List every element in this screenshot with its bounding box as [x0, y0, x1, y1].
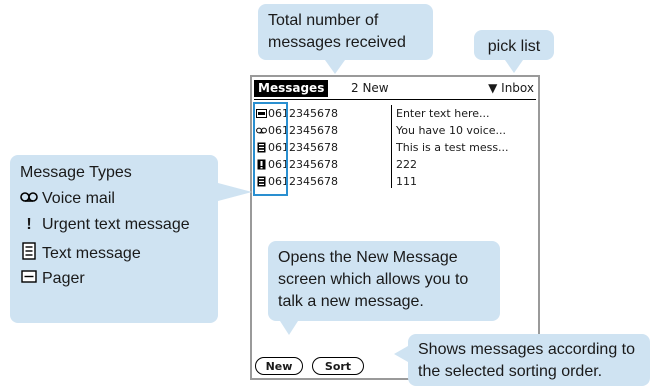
- message-preview: 111: [396, 175, 417, 188]
- callout-sort-pointer: [394, 346, 408, 362]
- legend-item-text-message: Text message: [20, 242, 141, 266]
- new-message-count: 2 New: [351, 81, 389, 95]
- message-row[interactable]: 0612345678 Enter text here...: [254, 105, 536, 122]
- legend-label: Urgent text message: [42, 216, 190, 234]
- callout-new-message-text: Opens the New Message screen which allow…: [278, 249, 469, 310]
- legend-item-urgent: ! Urgent text message: [20, 215, 190, 235]
- text-message-icon: [20, 242, 38, 266]
- message-row[interactable]: 0612345678 This is a test mess...: [254, 139, 536, 156]
- message-preview: 222: [396, 158, 417, 171]
- screen-header: Messages 2 New ▼ Inbox: [254, 80, 536, 100]
- inbox-pick-list[interactable]: ▼ Inbox: [488, 80, 534, 97]
- message-row[interactable]: 0612345678 You have 10 voice...: [254, 122, 536, 139]
- legend-item-pager: Pager: [20, 269, 85, 289]
- callout-new-message-pointer: [280, 321, 298, 335]
- message-row[interactable]: 0612345678 222: [254, 156, 536, 173]
- pick-list-value: Inbox: [501, 81, 534, 95]
- callout-total-messages-pointer: [325, 60, 345, 74]
- callout-sort: Shows messages according to the selected…: [408, 334, 650, 386]
- callout-total-messages-text: Total number of messages received: [268, 12, 406, 51]
- new-button[interactable]: New: [255, 357, 303, 375]
- callout-pick-list-pointer: [505, 60, 523, 73]
- pager-icon: [20, 269, 38, 289]
- callout-total-messages: Total number of messages received: [258, 4, 433, 60]
- callout-new-message: Opens the New Message screen which allow…: [268, 241, 500, 321]
- legend-title: Message Types: [20, 164, 132, 181]
- legend-item-voice-mail: Voice mail: [20, 189, 115, 209]
- message-types-legend: Message Types Voice mail ! Urgent text me…: [10, 155, 218, 323]
- sort-button[interactable]: Sort: [312, 357, 364, 375]
- messages-tab-title: Messages: [254, 80, 329, 97]
- legend-label: Pager: [42, 270, 85, 288]
- triangle-down-icon: ▼: [488, 81, 502, 95]
- header-divider: [254, 99, 536, 100]
- legend-pointer: [218, 183, 252, 201]
- message-preview: Enter text here...: [396, 107, 490, 120]
- message-preview: You have 10 voice...: [396, 124, 507, 137]
- message-type-highlight: [253, 102, 288, 196]
- urgent-icon: !: [26, 216, 32, 233]
- callout-pick-list: pick list: [474, 30, 554, 60]
- message-row[interactable]: 0612345678 111: [254, 173, 536, 190]
- legend-label: Text message: [42, 245, 141, 263]
- voice-mail-icon: [20, 189, 38, 209]
- callout-sort-text: Shows messages according to the selected…: [418, 341, 635, 380]
- legend-label: Voice mail: [42, 190, 115, 208]
- message-preview: This is a test mess...: [396, 141, 509, 154]
- callout-pick-list-text: pick list: [487, 38, 541, 55]
